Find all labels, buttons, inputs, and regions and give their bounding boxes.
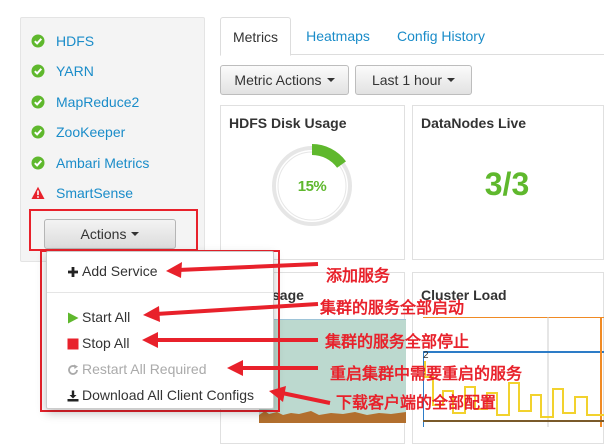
widget-title: DataNodes Live [421, 115, 527, 131]
sidebar-item-label: MapReduce2 [56, 94, 140, 110]
actions-button[interactable]: Actions [44, 219, 176, 249]
menu-item-label: Download All Client Configs [82, 387, 254, 403]
sidebar-item-label: HDFS [56, 33, 95, 49]
sidebar-item-label: Ambari Metrics [56, 155, 150, 171]
actions-dropdown-menu: Add Service Start All Stop All Restart A… [46, 251, 274, 409]
menu-item-label: Start All [82, 309, 131, 325]
sidebar-item-label: SmartSense [56, 185, 134, 201]
play-icon [68, 312, 79, 324]
donut-used-arc [312, 144, 346, 168]
menu-divider [47, 292, 273, 293]
sidebar-item-zookeeper[interactable]: ZooKeeper [21, 119, 201, 147]
check-circle-icon [31, 95, 45, 109]
annotation-start-all: 集群的服务全部启动 [320, 298, 465, 317]
menu-item-restart-all-required[interactable]: Restart All Required [47, 359, 273, 381]
annotation-download-configs: 下载客户端的全部配置 [336, 393, 497, 412]
main-tabs: Metrics Heatmaps Config History [220, 17, 604, 56]
caret-down-icon [326, 78, 335, 82]
time-range-label: Last 1 hour [371, 72, 443, 88]
metric-actions-button[interactable]: Metric Actions [220, 65, 349, 95]
menu-item-stop-all[interactable]: Stop All [47, 333, 273, 355]
sidebar-item-label: ZooKeeper [56, 124, 126, 140]
disk-usage-percent: 15% [297, 178, 327, 195]
check-circle-icon [31, 64, 45, 78]
sidebar-item-smartsense[interactable]: SmartSense [21, 180, 201, 208]
menu-item-download-client-configs[interactable]: Download All Client Configs [47, 385, 273, 407]
check-circle-icon [31, 125, 45, 139]
datanodes-live-value: 3/3 [484, 166, 530, 202]
tab-config-history[interactable]: Config History [390, 17, 492, 55]
caret-down-icon [131, 232, 140, 236]
actions-button-label: Actions [80, 226, 127, 242]
menu-item-label: Restart All Required [82, 361, 207, 377]
plus-icon [68, 267, 78, 277]
tab-metrics[interactable]: Metrics [220, 17, 291, 56]
menu-item-add-service[interactable]: Add Service [47, 261, 273, 283]
sidebar-item-label: YARN [56, 63, 94, 79]
stop-icon [67, 338, 79, 350]
annotation-stop-all: 集群的服务全部停止 [325, 332, 470, 351]
caret-down-icon [447, 78, 456, 82]
sidebar-item-ambari-metrics[interactable]: Ambari Metrics [21, 150, 201, 178]
menu-item-label: Add Service [82, 263, 158, 279]
time-range-button[interactable]: Last 1 hour [355, 65, 472, 95]
sidebar-item-yarn[interactable]: YARN [21, 58, 201, 86]
check-circle-icon [31, 34, 45, 48]
tab-heatmaps[interactable]: Heatmaps [298, 17, 378, 55]
widget-title: HDFS Disk Usage [229, 115, 347, 131]
refresh-icon [68, 364, 78, 375]
annotation-add-service: 添加服务 [326, 266, 391, 285]
sidebar-item-hdfs[interactable]: HDFS [21, 28, 201, 56]
check-circle-icon [31, 156, 45, 170]
menu-item-start-all[interactable]: Start All [47, 307, 273, 329]
metric-actions-label: Metric Actions [234, 72, 322, 88]
alert-triangle-icon [31, 186, 45, 199]
sidebar-item-mapreduce2[interactable]: MapReduce2 [21, 89, 201, 117]
menu-item-label: Stop All [82, 335, 130, 351]
annotation-restart-all: 重启集群中需要重启的服务 [330, 364, 523, 383]
download-icon [67, 390, 79, 402]
